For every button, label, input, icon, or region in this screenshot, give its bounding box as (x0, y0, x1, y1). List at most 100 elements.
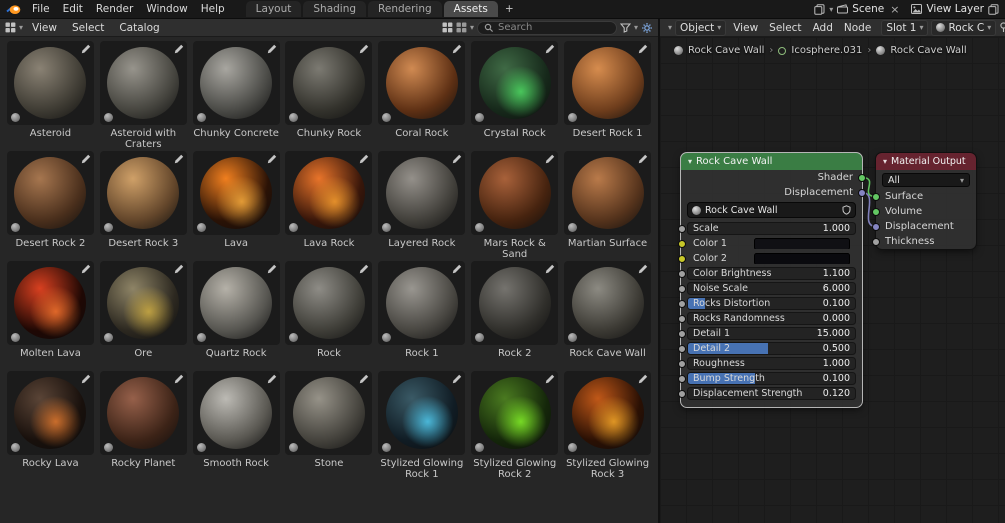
asset-thumbnail[interactable] (285, 151, 372, 235)
asset-thumbnail[interactable] (100, 371, 187, 455)
input-socket[interactable] (678, 240, 686, 248)
parameter-slider[interactable]: Detail 1 15.000 (687, 327, 856, 340)
edit-asset-icon[interactable] (545, 154, 555, 164)
asset-thumbnail[interactable] (564, 261, 651, 345)
output-socket[interactable] (858, 189, 866, 197)
input-socket[interactable] (678, 390, 686, 398)
asset-card[interactable]: Stylized Glowing Rock 3 (562, 371, 653, 481)
edit-asset-icon[interactable] (638, 44, 648, 54)
menu-render[interactable]: Render (90, 1, 139, 17)
asset-thumbnail[interactable] (7, 41, 94, 125)
parameter-slider[interactable]: Color 2 (687, 252, 856, 265)
asset-card[interactable]: Rock Cave Wall (562, 261, 653, 371)
asset-card[interactable]: Stylized Glowing Rock 1 (376, 371, 467, 481)
node-group-name-field[interactable]: Rock Cave Wall (687, 202, 856, 218)
asset-thumbnail[interactable] (564, 371, 651, 455)
asset-thumbnail[interactable] (471, 371, 558, 455)
search-input[interactable] (498, 22, 606, 33)
asset-card[interactable]: Rock (284, 261, 375, 371)
asset-card[interactable]: Rock 2 (469, 261, 560, 371)
output-target-dropdown[interactable]: All ▾ (882, 173, 970, 187)
asset-thumbnail[interactable] (471, 41, 558, 125)
asset-card[interactable]: Molten Lava (5, 261, 96, 371)
settings-gear-icon[interactable] (641, 22, 653, 34)
input-socket[interactable] (872, 223, 880, 231)
unlink-scene-icon[interactable]: × (888, 3, 901, 16)
menu-node[interactable]: Node (840, 20, 875, 36)
parameter-slider[interactable]: Rocks Randomness 0.000 (687, 312, 856, 325)
asset-card[interactable]: Stone (284, 371, 375, 481)
edit-asset-icon[interactable] (267, 154, 277, 164)
edit-asset-icon[interactable] (267, 374, 277, 384)
thumbnail-size-icon[interactable] (442, 22, 453, 33)
color-swatch[interactable] (754, 253, 850, 265)
filter-icon[interactable] (620, 23, 631, 33)
asset-thumbnail[interactable] (285, 41, 372, 125)
parameter-slider[interactable]: Detail 2 0.500 (687, 342, 856, 355)
asset-thumbnail[interactable] (378, 261, 465, 345)
asset-thumbnail[interactable] (564, 151, 651, 235)
asset-card[interactable]: Desert Rock 1 (562, 41, 653, 151)
edit-asset-icon[interactable] (638, 374, 648, 384)
asset-thumbnail[interactable] (193, 151, 280, 235)
asset-card[interactable]: Desert Rock 2 (5, 151, 96, 261)
asset-card[interactable]: Ore (98, 261, 189, 371)
new-view-layer-icon[interactable] (988, 4, 999, 15)
asset-card[interactable]: Rock 1 (376, 261, 467, 371)
edit-asset-icon[interactable] (267, 44, 277, 54)
asset-card[interactable]: Layered Rock (376, 151, 467, 261)
parameter-slider[interactable]: Roughness 1.000 (687, 357, 856, 370)
asset-card[interactable]: Rocky Planet (98, 371, 189, 481)
asset-thumbnail[interactable] (100, 261, 187, 345)
edit-asset-icon[interactable] (359, 154, 369, 164)
group-node-rock-cave-wall[interactable]: ▾ Rock Cave Wall Shader Displacement Roc… (681, 153, 862, 407)
input-socket[interactable] (678, 345, 686, 353)
asset-thumbnail[interactable] (193, 261, 280, 345)
asset-card[interactable]: Chunky Rock (284, 41, 375, 151)
parameter-slider[interactable]: Rocks Distortion 0.100 (687, 297, 856, 310)
edit-asset-icon[interactable] (359, 374, 369, 384)
edit-asset-icon[interactable] (81, 374, 91, 384)
asset-thumbnail[interactable] (100, 151, 187, 235)
parameter-slider[interactable]: Color Brightness 1.100 (687, 267, 856, 280)
input-socket[interactable] (678, 315, 686, 323)
edit-asset-icon[interactable] (81, 264, 91, 274)
chevron-down-icon[interactable]: ▾ (634, 23, 638, 32)
edit-asset-icon[interactable] (174, 44, 184, 54)
edit-asset-icon[interactable] (174, 264, 184, 274)
slot-dropdown[interactable]: Slot 1 ▾ (881, 20, 928, 36)
material-output-node[interactable]: ▾ Material Output All ▾ Surface Volume D… (876, 153, 976, 249)
asset-thumbnail[interactable] (7, 371, 94, 455)
input-socket[interactable] (678, 285, 686, 293)
display-mode-icon[interactable] (456, 22, 467, 33)
input-socket[interactable] (872, 238, 880, 246)
asset-card[interactable]: Mars Rock & Sand (469, 151, 560, 261)
edit-asset-icon[interactable] (452, 44, 462, 54)
asset-thumbnail[interactable] (285, 371, 372, 455)
chevron-down-icon[interactable]: ▾ (829, 5, 833, 14)
asset-card[interactable]: Quartz Rock (191, 261, 282, 371)
menu-view[interactable]: View (26, 20, 63, 36)
edit-asset-icon[interactable] (81, 154, 91, 164)
tab-shading[interactable]: Shading (303, 1, 366, 17)
input-socket[interactable] (678, 255, 686, 263)
input-socket[interactable] (678, 300, 686, 308)
material-selector[interactable]: Rock C ▾ (931, 20, 996, 36)
edit-asset-icon[interactable] (267, 264, 277, 274)
asset-thumbnail[interactable] (471, 151, 558, 235)
pin-icon[interactable] (999, 22, 1005, 33)
asset-thumbnail[interactable] (7, 151, 94, 235)
asset-card[interactable]: Desert Rock 3 (98, 151, 189, 261)
asset-card[interactable]: Asteroid (5, 41, 96, 151)
input-socket[interactable] (678, 225, 686, 233)
add-workspace-button[interactable]: + (500, 1, 519, 17)
tab-layout[interactable]: Layout (246, 1, 302, 17)
edit-asset-icon[interactable] (81, 44, 91, 54)
input-socket[interactable] (678, 360, 686, 368)
asset-card[interactable]: Lava (191, 151, 282, 261)
asset-thumbnail[interactable] (378, 151, 465, 235)
color-swatch[interactable] (754, 238, 850, 250)
linked-copies-icon[interactable] (814, 4, 825, 15)
parameter-slider[interactable]: Noise Scale 6.000 (687, 282, 856, 295)
edit-asset-icon[interactable] (638, 264, 648, 274)
